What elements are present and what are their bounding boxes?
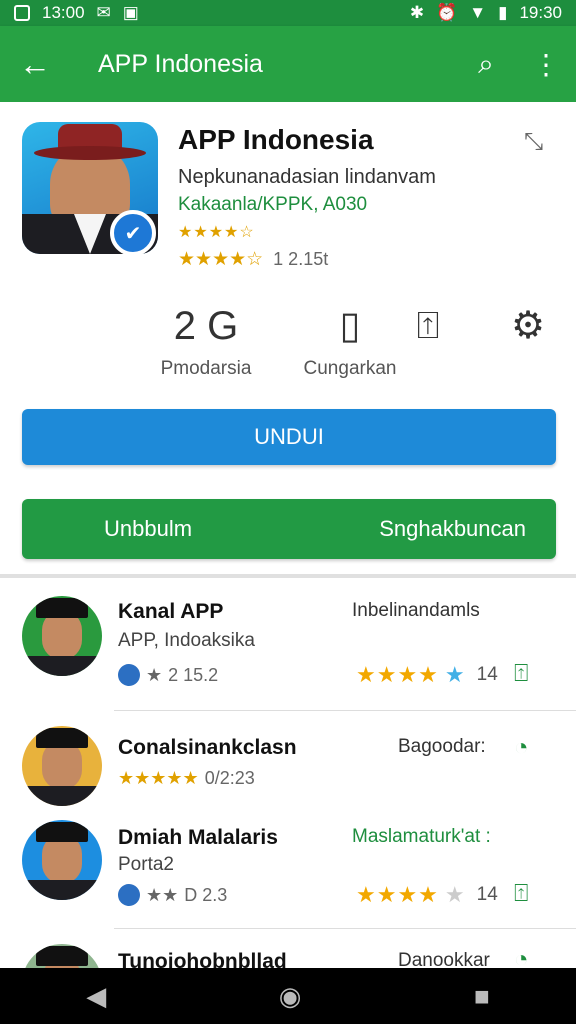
list-item-meta: ★ 2 15.2 — [118, 664, 218, 686]
avatar — [22, 726, 102, 806]
list-item-right: Inbelinandamls — [352, 600, 480, 621]
location-icon — [118, 884, 140, 906]
location-icon — [118, 664, 140, 686]
list-item-name: Dmiah Malalaris — [118, 826, 278, 849]
rating-count: 1 2.15t — [273, 249, 329, 269]
list-divider — [114, 710, 576, 711]
screenshot-icon: ▣ — [122, 3, 139, 22]
list-item-sub: Porta2 — [118, 854, 174, 875]
battery-icon: ▮ — [498, 3, 508, 22]
app-header: ✔ APP Indonesia ⤡ Nepkunanadasian lindan… — [0, 102, 576, 574]
status-bar: 13:00 ✉ ▣ ✱ ⏰ ▼ ▮ 19:30 — [0, 0, 576, 26]
list-item-rating: ★★★★ ★ 14 — [356, 662, 498, 687]
list-item-right: Maslamaturk'at : — [352, 826, 491, 847]
verified-badge-icon: ✔ — [110, 210, 156, 256]
list-item-name: Conalsinankclasn — [118, 736, 297, 759]
app-bar: ← APP Indonesia ⌕ ⋮ — [0, 26, 576, 102]
list-item-sub: APP, Indoaksika — [118, 630, 255, 651]
stat-size-label: Pmodarsia — [160, 358, 252, 379]
chat-icon[interactable]: ◔ — [514, 734, 529, 762]
list-item-right: Danookkar — [398, 950, 490, 968]
system-nav-bar: ◀ ◉ ■ — [0, 968, 576, 1024]
wifi-icon: ▼ — [469, 3, 487, 22]
list-item-name: Tunoiohobnbllad — [118, 950, 287, 968]
search-icon[interactable]: ⌕ — [456, 26, 516, 102]
star-rating: ★★★★☆ 1 2.15t — [178, 248, 328, 271]
install-button[interactable]: UNDUI — [22, 409, 556, 465]
star-icon: ★★ — [146, 884, 179, 905]
list-item-meta: ★★★★★ 0/2:23 — [118, 768, 255, 788]
status-time-right: 19:30 — [519, 3, 562, 22]
app-bar-title: APP Indonesia — [98, 49, 263, 78]
secondary-left-button[interactable]: Unbbulm — [104, 516, 192, 542]
app-name: APP Indonesia — [178, 124, 374, 155]
avatar — [22, 596, 102, 676]
chat-icon[interactable]: ◔ — [514, 946, 529, 968]
list-item-right: Bagoodar: — [398, 736, 486, 757]
secondary-action-bar[interactable]: Unbbulm Snghakbuncan — [22, 499, 556, 559]
nav-home-icon[interactable]: ◉ — [279, 981, 302, 1012]
tools-icon: ⚙ — [510, 305, 546, 347]
status-time-left: 13:00 — [42, 3, 85, 22]
avatar — [22, 820, 102, 900]
list-item-rating: ★★★★ ★ 14 — [356, 882, 498, 907]
app-icon-hat — [34, 124, 146, 162]
share-icon[interactable]: ⍐ — [514, 660, 528, 688]
stat-document-label: Cungarkan — [303, 358, 397, 379]
back-arrow-icon[interactable]: ← — [0, 26, 70, 102]
star-rating-small: ★★★★☆ — [178, 224, 255, 241]
share-icon[interactable]: ⍐ — [514, 880, 528, 908]
avatar — [22, 944, 102, 968]
related-list: Kanal APP APP, Indoaksika Inbelinandamls… — [0, 578, 576, 968]
more-vert-icon[interactable]: ⋮ — [516, 26, 576, 102]
alarm-icon: ⏰ — [436, 3, 458, 22]
star-icons: ★★★★☆ — [178, 249, 264, 270]
mail-icon: ✉ — [96, 3, 111, 22]
secondary-right-button[interactable]: Snghakbuncan — [379, 516, 526, 542]
app-category[interactable]: Kakaanla/KPPK, A030 — [178, 194, 367, 216]
bluetooth-icon: ✱ — [409, 3, 425, 22]
overflow-icon[interactable]: ⤡ — [524, 128, 543, 156]
list-item-meta: ★★ D 2.3 — [118, 884, 227, 906]
nav-back-icon[interactable]: ◀ — [86, 981, 106, 1012]
stat-tools[interactable]: ⚙ — [468, 302, 576, 350]
notification-icon — [14, 5, 30, 21]
list-item-name: Kanal APP — [118, 600, 224, 623]
star-icons: ★★★★★ — [118, 768, 199, 788]
list-divider — [114, 928, 576, 929]
stat-size-value: 2 G — [173, 304, 239, 348]
nav-recents-icon[interactable]: ■ — [474, 981, 490, 1012]
star-icon: ★ — [146, 664, 163, 685]
developer-name[interactable]: Nepkunanadasian lindanvam — [178, 166, 436, 189]
stat-size: 2 G Pmodarsia — [146, 302, 266, 380]
